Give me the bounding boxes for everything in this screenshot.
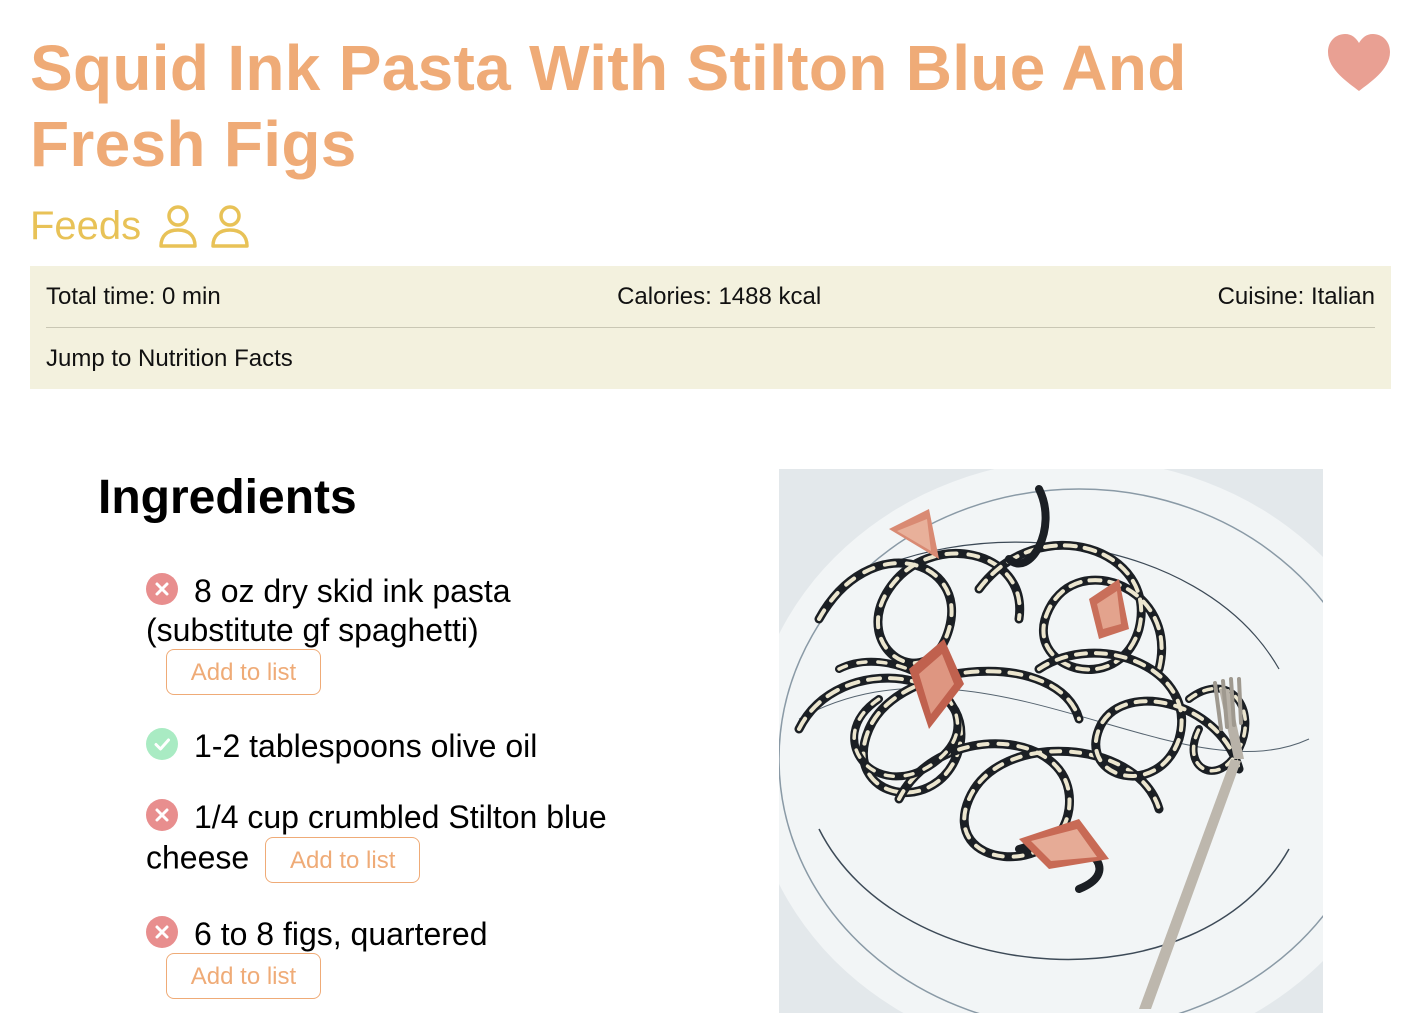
x-circle-icon[interactable] [146,916,178,948]
recipe-info-bar: Total time: 0 min Calories: 1488 kcal Cu… [30,266,1391,389]
ingredient-text: 6 to 8 figs, quartered [194,916,488,952]
recipe-meta-row: Total time: 0 min Calories: 1488 kcal Cu… [46,266,1375,328]
heart-icon [1328,34,1390,91]
ingredient-item: 6 to 8 figs, quartered Add to list [146,915,666,999]
cuisine: Cuisine: Italian [1217,282,1375,310]
add-to-list-button[interactable]: Add to list [166,649,321,695]
pasta-dish-illustration [779,469,1323,1013]
check-circle-icon[interactable] [146,728,178,760]
recipe-photo [779,469,1323,1013]
feeds-label: Feeds [30,203,142,248]
x-circle-icon[interactable] [146,799,178,831]
ingredients-heading: Ingredients [98,471,357,524]
ingredient-text: 1-2 tablespoons olive oil [194,728,538,764]
ingredients-list: 8 oz dry skid ink pasta (substitute gf s… [146,572,666,999]
ingredient-item: 1-2 tablespoons olive oil [146,727,666,766]
x-circle-icon[interactable] [146,573,178,605]
person-icon [211,205,249,248]
servings-row: Feeds [30,200,251,252]
ingredient-text: 8 oz dry skid ink pasta (substitute gf s… [146,573,511,648]
add-to-list-button[interactable]: Add to list [166,953,321,999]
calories: Calories: 1488 kcal [617,282,822,310]
jump-to-nutrition-link[interactable]: Jump to Nutrition Facts [46,328,293,389]
ingredient-item: 1/4 cup crumbled Stilton blue cheese Add … [146,798,666,883]
ingredient-item: 8 oz dry skid ink pasta (substitute gf s… [146,572,666,695]
recipe-page: Squid Ink Pasta With Stilton Blue And Fr… [0,0,1425,1021]
person-icon [159,205,197,248]
add-to-list-button[interactable]: Add to list [265,837,421,883]
recipe-title: Squid Ink Pasta With Stilton Blue And Fr… [30,32,1187,180]
total-time: Total time: 0 min [46,282,221,310]
favorite-button[interactable] [1325,30,1393,94]
